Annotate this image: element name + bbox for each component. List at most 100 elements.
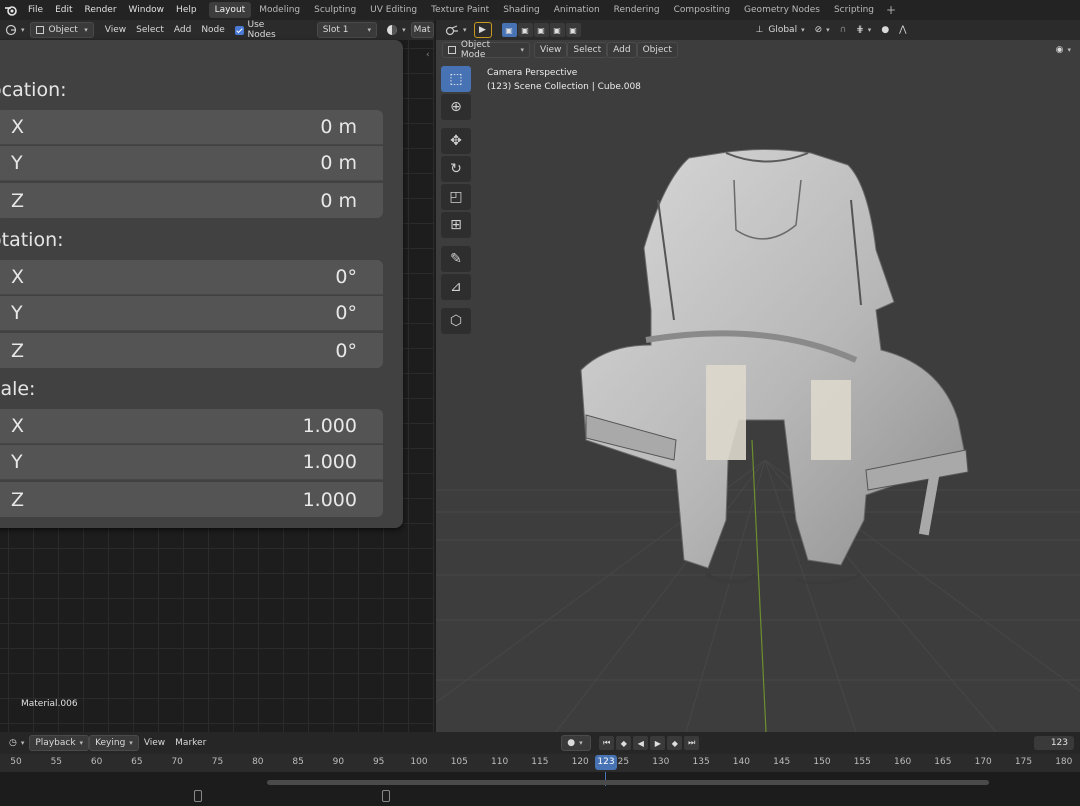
measure-tool-icon[interactable]: ⊿ — [441, 274, 471, 300]
timeline-menu-view[interactable]: View — [139, 735, 170, 751]
menu-help[interactable]: Help — [170, 5, 203, 15]
menu-window[interactable]: Window — [123, 5, 171, 15]
menu-render[interactable]: Render — [79, 5, 123, 15]
frame-tick-label: 115 — [531, 757, 549, 767]
frame-tick-label: 85 — [292, 757, 304, 767]
next-keyframe-icon[interactable]: ◆ — [667, 736, 683, 750]
playback-label: Playback — [35, 738, 76, 748]
location-y-field[interactable]: Y 0 m — [0, 146, 383, 181]
viewport-menu-view[interactable]: View — [534, 42, 568, 58]
rotation-z-field[interactable]: Z 0° — [0, 333, 383, 368]
prev-keyframe-icon[interactable]: ◆ — [616, 736, 632, 750]
select-box-tool-icon[interactable]: ⬚ — [441, 66, 471, 92]
tab-compositing[interactable]: Compositing — [668, 2, 736, 18]
frame-tick-label: 50 — [10, 757, 22, 767]
location-z-field[interactable]: Z 0 m — [0, 183, 383, 218]
select-extend-icon[interactable]: ▣ — [517, 23, 533, 37]
menu-add[interactable]: Add — [169, 22, 196, 38]
frame-ruler[interactable]: 50 55 60 65 70 75 80 85 90 95 100 105 110 115 120 125 13… — [0, 754, 1080, 772]
start-frame-handle-icon[interactable] — [194, 790, 202, 802]
transform-tool-icon[interactable]: ⊞ — [441, 212, 471, 238]
menu-view[interactable]: View — [100, 22, 131, 38]
play-reverse-icon[interactable]: ◀ — [633, 736, 649, 750]
timeline-track-area[interactable] — [0, 772, 1080, 806]
editor-type-dropdown[interactable]: ▾ — [0, 22, 30, 38]
tab-rendering[interactable]: Rendering — [608, 2, 666, 18]
annotate-tool-icon[interactable]: ✎ — [441, 246, 471, 272]
viewport-menu-add[interactable]: Add — [607, 42, 637, 58]
chevron-down-icon: ▾ — [20, 739, 25, 747]
field-value: 1.000 — [302, 415, 357, 437]
3d-viewport[interactable]: ▾ ▶ ▣ ▣ ▣ ▣ ▣ ⊥ Global ▾ ⊘ ▾ ∩ ⋕ ▾ ● ⋀ Obje… — [436, 20, 1080, 732]
rotate-tool-icon[interactable]: ↻ — [441, 156, 471, 182]
location-x-field[interactable]: X 0 m — [0, 110, 383, 145]
timeline-scrollbar[interactable] — [267, 780, 989, 785]
location-heading: ocation: — [0, 79, 67, 101]
field-value: 0° — [335, 302, 357, 324]
tab-sculpting[interactable]: Sculpting — [308, 2, 362, 18]
rotation-y-field[interactable]: Y 0° — [0, 296, 383, 331]
sidebar-toggle-icon[interactable]: ‹ — [426, 50, 430, 60]
end-frame-handle-icon[interactable] — [382, 790, 390, 802]
proportional-edit-toggle[interactable]: ● — [876, 22, 894, 38]
visibility-dropdown[interactable]: ◉ ▾ — [1051, 42, 1076, 58]
snap-toggle[interactable]: ∩ — [835, 22, 852, 38]
workspace-tabs: Layout Modeling Sculpting UV Editing Tex… — [208, 0, 900, 20]
viewport-editor-type-dropdown[interactable]: ▾ — [440, 22, 472, 38]
add-workspace-icon[interactable]: + — [882, 3, 900, 17]
select-subtract-icon[interactable]: ▣ — [533, 23, 549, 37]
falloff-dropdown[interactable]: ⋀ — [894, 22, 911, 38]
axis-label: X — [11, 266, 25, 288]
play-icon[interactable]: ▶ — [650, 736, 666, 750]
menu-select[interactable]: Select — [131, 22, 169, 38]
shader-type-dropdown[interactable]: Object ▾ — [29, 22, 94, 38]
slot-dropdown[interactable]: Slot 1 ▾ — [316, 22, 378, 38]
scale-x-field[interactable]: X 1.000 — [0, 409, 383, 444]
current-frame-marker[interactable]: 123 — [595, 755, 617, 770]
transform-orientation-dropdown[interactable]: ⊥ Global ▾ — [751, 22, 810, 38]
move-tool-icon[interactable]: ✥ — [441, 128, 471, 154]
playback-dropdown[interactable]: Playback ▾ — [29, 735, 90, 751]
tab-uv-editing[interactable]: UV Editing — [364, 2, 423, 18]
select-new-icon[interactable]: ▣ — [501, 23, 517, 37]
axis-label: X — [11, 116, 25, 138]
jump-end-icon[interactable]: ⏭ — [684, 736, 700, 750]
scale-z-field[interactable]: Z 1.000 — [0, 482, 383, 517]
pivot-point-dropdown[interactable]: ⊘ ▾ — [810, 22, 835, 38]
menu-edit[interactable]: Edit — [49, 5, 78, 15]
field-value: 1.000 — [302, 451, 357, 473]
blender-logo-icon[interactable] — [0, 0, 22, 20]
tab-texture-paint[interactable]: Texture Paint — [425, 2, 495, 18]
auto-keying-toggle[interactable]: ● ▾ — [561, 735, 592, 751]
frame-tick-label: 135 — [692, 757, 710, 767]
axis-label: Y — [11, 152, 23, 174]
use-nodes-checkbox[interactable]: Use Nodes — [230, 20, 299, 40]
select-tool-toggle[interactable]: ▶ — [473, 22, 492, 38]
add-cube-tool-icon[interactable]: ⬡ — [441, 308, 471, 334]
jump-start-icon[interactable]: ⏮ — [599, 736, 615, 750]
viewport-menu-object[interactable]: Object — [636, 42, 678, 58]
material-name-field[interactable]: Mat — [410, 22, 434, 38]
snap-target-dropdown[interactable]: ⋕ ▾ — [851, 22, 876, 38]
tab-shading[interactable]: Shading — [497, 2, 546, 18]
material-browse-button[interactable]: ▾ — [381, 22, 411, 38]
viewport-menu-select[interactable]: Select — [567, 42, 608, 58]
menu-file[interactable]: File — [22, 5, 49, 15]
rotation-x-field[interactable]: X 0° — [0, 260, 383, 295]
tab-geometry-nodes[interactable]: Geometry Nodes — [738, 2, 826, 18]
timeline-menu-marker[interactable]: Marker — [170, 735, 211, 751]
tab-layout[interactable]: Layout — [208, 2, 252, 18]
scale-y-field[interactable]: Y 1.000 — [0, 445, 383, 480]
current-frame-field[interactable]: 123 — [1034, 736, 1074, 750]
tab-modeling[interactable]: Modeling — [253, 2, 306, 18]
keying-dropdown[interactable]: Keying ▾ — [89, 735, 139, 751]
select-intersect-icon[interactable]: ▣ — [565, 23, 581, 37]
scale-tool-icon[interactable]: ◰ — [441, 184, 471, 210]
object-mode-dropdown[interactable]: Object Mode ▾ — [442, 40, 530, 60]
cursor-tool-icon[interactable]: ⊕ — [441, 94, 471, 120]
select-invert-icon[interactable]: ▣ — [549, 23, 565, 37]
menu-node[interactable]: Node — [196, 22, 230, 38]
timeline-editor-type-dropdown[interactable]: ◷ ▾ — [4, 735, 29, 751]
tab-animation[interactable]: Animation — [548, 2, 606, 18]
tab-scripting[interactable]: Scripting — [828, 2, 880, 18]
